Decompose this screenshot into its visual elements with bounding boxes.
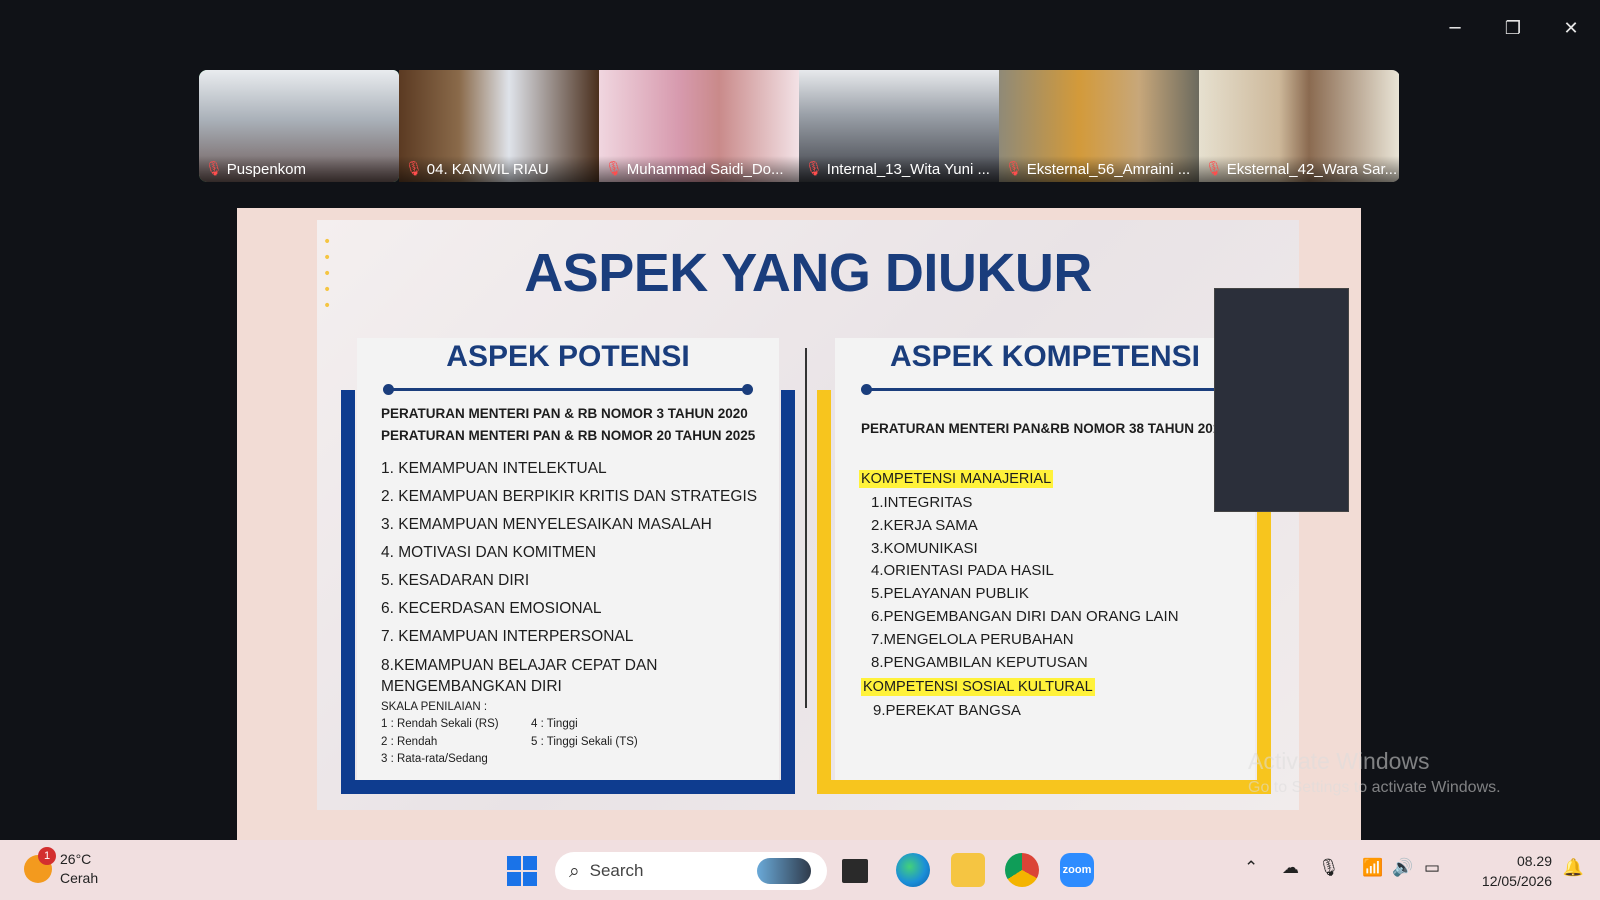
list-item: 1.INTEGRITAS (871, 494, 973, 511)
taskbar: 1 26°C Cerah ⌕ Search zoom ⌃ ☁ 🎙 📶 🔊 ▭ 0… (0, 840, 1600, 900)
list-item: 4.ORIENTASI PADA HASIL (871, 562, 1054, 580)
presentation-slide: • • • • • ASPEK YANG DIUKUR ASPEK POTENSI PE… (317, 220, 1299, 810)
scale-item: 5 : Tinggi Sekali (TS) (531, 735, 638, 748)
participant-name: 04. KANWIL RIAU (426, 160, 549, 178)
section-highlight: KOMPETENSI SOSIAL KULTURAL (861, 678, 1095, 697)
list-item: 6.PENGEMBANGAN DIRI DAN ORANG LAIN (871, 607, 1179, 625)
scale-item (531, 751, 681, 769)
list-item: 8.KEMAMPUAN BELAJAR CEPAT DAN MENGEMBANG… (381, 657, 658, 695)
list-item: 5.PELAYANAN PUBLIK (871, 585, 1029, 603)
potensi-list: 1. KEMAMPUAN INTELEKTUAL 2. KEMAMPUAN BE… (381, 455, 779, 697)
search-highlight-icon (757, 858, 811, 884)
scale-item: 4 : Tinggi (531, 718, 578, 730)
chrome-icon[interactable] (1005, 853, 1039, 887)
participant-tile[interactable]: 🎙 Eksternal_56_Amraini ... (999, 70, 1199, 182)
task-view-icon[interactable] (842, 859, 868, 883)
mic-muted-icon: 🎙 (805, 161, 823, 177)
weather-sun-icon: 1 (24, 847, 56, 883)
battery-icon[interactable]: ▭ (1424, 858, 1440, 878)
weather-widget[interactable]: 1 26°C Cerah (24, 847, 99, 888)
weather-temperature: 26°C (60, 851, 92, 867)
participant-tile[interactable]: 🎙 Internal_13_Wita Yuni ... (799, 70, 999, 182)
participant-name: Internal_13_Wita Yuni ... (826, 160, 990, 178)
window-controls: ─ ❐ ✕ (1426, 0, 1600, 56)
restore-button[interactable]: ❐ (1484, 0, 1542, 56)
shared-screen: • • • • • ASPEK YANG DIUKUR ASPEK POTENSI PE… (237, 208, 1361, 840)
scale-title: SKALA PENILAIAN : (381, 701, 488, 713)
minimize-button[interactable]: ─ (1426, 0, 1484, 56)
mic-muted-icon: 🎙 (1005, 161, 1023, 177)
scale-item: 2 : Rendah (381, 735, 438, 748)
clock[interactable]: 08.29 12/05/2026 (1482, 851, 1552, 891)
center-divider (805, 348, 807, 708)
section-highlight: KOMPETENSI MANAJERIAL (859, 470, 1054, 488)
edge-browser-icon[interactable] (896, 853, 930, 887)
clock-time: 08.29 (1516, 853, 1552, 869)
mic-muted-icon: 🎙 (205, 161, 223, 177)
list-item: 9.PEREKAT BANGSA (873, 702, 1021, 720)
panel-heading: ASPEK KOMPETENSI (889, 340, 1201, 373)
participant-name: Muhammad Saidi_Do... (626, 160, 784, 178)
show-hidden-icons-icon[interactable]: ⌃ (1244, 858, 1258, 878)
list-item: 2. KEMAMPUAN BERPIKIR KRITIS DAN STRATEG… (381, 488, 758, 505)
rating-scale: SKALA PENILAIAN : 1 : Rendah Sekali (RS)… (381, 699, 779, 769)
mic-muted-icon: 🎙 (405, 161, 423, 177)
regulation-line: PERATURAN MENTERI PAN & RB NOMOR 3 TAHUN… (381, 406, 748, 421)
video-overlay-box (1214, 288, 1349, 512)
participant-tile[interactable]: 🎙 Puspenkom (199, 70, 399, 182)
panel-heading: ASPEK POTENSI (446, 340, 690, 373)
file-explorer-icon[interactable] (951, 853, 985, 887)
search-placeholder: Search (589, 861, 644, 880)
list-item: 7.MENGELOLA PERUBAHAN (871, 630, 1074, 648)
weather-description: Cerah (60, 870, 99, 886)
search-icon: ⌕ (569, 860, 580, 882)
list-item: 6. KECERDASAN EMOSIONAL (381, 600, 602, 617)
list-item: 1. KEMAMPUAN INTELEKTUAL (381, 460, 607, 477)
onedrive-icon[interactable]: ☁ (1282, 858, 1299, 878)
activate-windows-watermark: Activate Windows Go to Settings to activ… (1248, 748, 1501, 796)
regulation-line: PERATURAN MENTERI PAN&RB NOMOR 38 TAHUN … (861, 421, 1221, 436)
microphone-icon[interactable]: 🎙 (1318, 858, 1340, 878)
kompetensi-list: 1.INTEGRITAS 2.KERJA SAMA 3.KOMUNIKASI 4… (871, 492, 1255, 674)
participant-tile[interactable]: 🎙 Muhammad Saidi_Do... (599, 70, 799, 182)
clock-date: 12/05/2026 (1481, 873, 1552, 889)
wifi-icon[interactable]: 📶 (1362, 858, 1383, 878)
list-item: 7. KEMAMPUAN INTERPERSONAL (381, 628, 634, 645)
zoom-meeting-window: ─ ❐ ✕ 🎙 Puspenkom 🎙 04. KANWIL RIAU 🎙 Muham… (0, 0, 1600, 840)
scale-item: 1 : Rendah Sekali (RS) (381, 718, 499, 730)
start-button[interactable] (507, 856, 537, 886)
close-button[interactable]: ✕ (1542, 0, 1600, 56)
aspek-kompetensi-panel: ASPEK KOMPETENSI PERATURAN MENTERI PAN&R… (835, 338, 1255, 780)
participant-name: Eksternal_42_Wara Sar... (1226, 160, 1398, 178)
list-item: 5. KESADARAN DIRI (381, 572, 530, 589)
zoom-icon[interactable]: zoom (1060, 853, 1094, 887)
participant-gallery: 🎙 Puspenkom 🎙 04. KANWIL RIAU 🎙 Muhammad Sa… (199, 70, 1400, 182)
volume-icon[interactable]: 🔊 (1392, 858, 1413, 878)
participant-tile[interactable]: 🎙 Eksternal_42_Wara Sar... (1199, 70, 1399, 182)
participant-name: Puspenkom (226, 160, 306, 178)
list-item: 3.KOMUNIKASI (871, 539, 978, 557)
list-item: 3. KEMAMPUAN MENYELESAIKAN MASALAH (381, 516, 712, 533)
participant-name: Eksternal_56_Amraini ... (1026, 160, 1191, 178)
regulation-line: PERATURAN MENTERI PAN & RB NOMOR 20 TAHU… (381, 428, 756, 443)
heading-underline (383, 384, 753, 395)
scale-item: 3 : Rata-rata/Sedang (381, 753, 488, 765)
mic-muted-icon: 🎙 (1205, 161, 1223, 177)
list-item: 4. MOTIVASI DAN KOMITMEN (381, 544, 597, 561)
heading-underline (861, 384, 1229, 395)
mic-muted-icon: 🎙 (605, 161, 623, 177)
search-box[interactable]: ⌕ Search (555, 852, 827, 890)
list-item: 2.KERJA SAMA (871, 516, 978, 534)
aspek-potensi-panel: ASPEK POTENSI PERATURAN MENTERI PAN & RB… (357, 338, 779, 780)
notification-bell-icon[interactable]: 🔔 (1563, 858, 1584, 878)
slide-title: ASPEK YANG DIUKUR (524, 243, 1092, 303)
notification-badge: 1 (38, 847, 56, 865)
regulations: PERATURAN MENTERI PAN & RB NOMOR 3 TAHUN… (381, 403, 779, 447)
participant-tile[interactable]: 🎙 04. KANWIL RIAU (399, 70, 599, 182)
list-item: 8.PENGAMBILAN KEPUTUSAN (871, 653, 1088, 671)
